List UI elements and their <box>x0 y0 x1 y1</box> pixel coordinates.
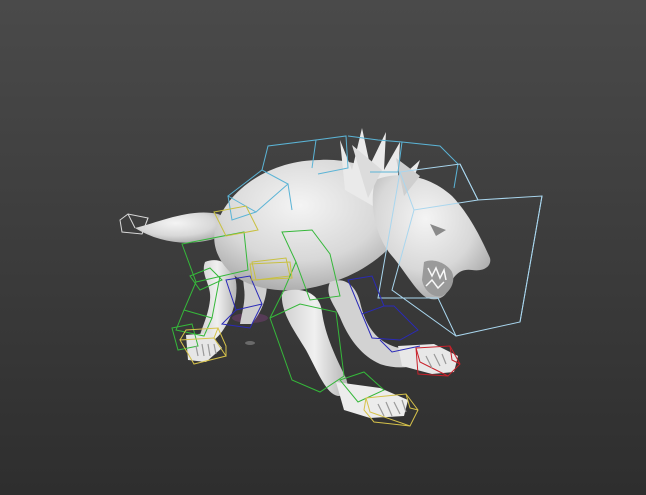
3d-viewport[interactable] <box>0 0 646 495</box>
wolf-model[interactable] <box>135 128 491 418</box>
scene-canvas[interactable] <box>0 0 646 495</box>
